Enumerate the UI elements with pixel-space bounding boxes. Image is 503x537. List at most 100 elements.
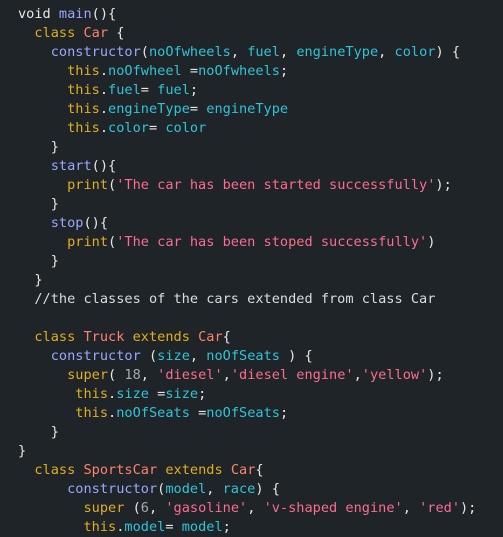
code-token-cls: Car — [198, 329, 223, 345]
code-line: //the classes of the cars extended from … — [18, 290, 435, 309]
code-line: this.size =size; — [18, 385, 206, 404]
code-line: } — [18, 252, 59, 271]
code-token-plain: } — [18, 196, 59, 212]
code-token-plain: . — [108, 405, 117, 421]
code-token-plain: { — [108, 25, 125, 41]
code-token-attr: fuel — [247, 44, 280, 60]
code-token-plain: } — [18, 424, 59, 440]
code-token-attr: noOfwheel — [108, 63, 182, 79]
code-token-plain: = — [148, 386, 166, 402]
code-line: class SportsCar extends Car{ — [18, 461, 264, 480]
code-token-kw: this — [75, 405, 109, 421]
code-token-kw: this — [75, 386, 109, 402]
code-line: } — [18, 423, 59, 442]
code-token-plain: . — [99, 63, 109, 79]
code-token-plain: , — [353, 367, 362, 383]
code-token-plain: = — [189, 405, 207, 421]
code-token-plain: = — [140, 82, 158, 98]
code-line: print('The car has been stoped successfu… — [18, 233, 435, 252]
code-token-attr: noOfSeats — [206, 348, 280, 364]
code-editor[interactable]: void main(){ class Car { constructor(noO… — [0, 0, 503, 537]
code-token-fn: constructor — [50, 44, 141, 60]
code-token-plain: . — [99, 120, 109, 136]
code-token-num: 18 — [124, 367, 141, 383]
code-token-plain: , — [189, 348, 207, 364]
code-token-kw: print — [67, 177, 109, 193]
code-token-attr: noOfwheels — [148, 44, 231, 60]
code-token-plain: , — [140, 367, 158, 383]
code-token-kw: extends — [132, 329, 190, 345]
code-token-attr: noOfwheels — [198, 63, 280, 79]
code-token-attr: model — [181, 519, 223, 535]
code-token-plain: ; — [279, 405, 289, 421]
code-line: start(){ — [18, 157, 116, 176]
code-token-cls: Car — [83, 25, 109, 41]
code-token-attr: color — [394, 44, 436, 60]
code-token-plain: = — [189, 101, 207, 117]
code-token-plain: } — [18, 272, 43, 288]
code-line: void main(){ — [18, 5, 116, 24]
code-token-plain: ( — [140, 348, 158, 364]
code-line: this.noOfSeats =noOfSeats; — [18, 404, 288, 423]
code-token-attr: race — [222, 481, 256, 497]
code-token-attr: noOfSeats — [116, 405, 190, 421]
code-token-plain: , — [247, 500, 264, 516]
code-token-str: 'The car has been stoped successfully' — [116, 234, 428, 250]
code-token-plain: , — [279, 44, 297, 60]
code-token-plain: { — [255, 462, 264, 478]
code-token-attr: color — [108, 120, 149, 136]
code-token-plain: , — [378, 44, 395, 60]
code-token-str: 'The car has been started successfully' — [116, 177, 436, 193]
code-token-kw: super — [67, 367, 109, 383]
code-token-str: 'diesel engine' — [230, 367, 354, 383]
code-token-plain: ) { — [279, 348, 313, 364]
code-token-kw: this — [67, 120, 100, 136]
code-line: print('The car has been started successf… — [18, 176, 452, 195]
code-token-fn: start — [50, 158, 92, 174]
code-token-plain: = — [181, 63, 199, 79]
code-token-plain: ; — [198, 386, 207, 402]
code-token-attr: engineType — [108, 101, 190, 117]
code-line: class Truck extends Car{ — [18, 328, 230, 347]
code-line: } — [18, 195, 59, 214]
code-line: this.engineType= engineType — [18, 100, 288, 119]
code-token-plain: ) { — [255, 481, 280, 497]
code-token-attr: model — [165, 481, 207, 497]
code-token-fn: main — [58, 6, 92, 22]
code-token-attr: noOfSeats — [206, 405, 280, 421]
code-token-plain: , — [222, 367, 231, 383]
code-token-cls: Truck — [83, 329, 125, 345]
code-line: super (6, 'gasoline', 'v-shaped engine',… — [18, 499, 476, 518]
code-token-kw: this — [67, 82, 100, 98]
code-token-cls: SportsCar — [83, 462, 158, 478]
code-token-plain: , — [148, 500, 166, 516]
code-token-attr: color — [165, 120, 207, 136]
code-token-plain: } — [18, 253, 59, 269]
code-token-attr: model — [124, 519, 166, 535]
code-token-attr: fuel — [108, 82, 141, 98]
code-line: constructor(noOfwheels, fuel, engineType… — [18, 43, 460, 62]
code-token-attr: fuel — [157, 82, 190, 98]
code-token-plain: ) — [427, 234, 436, 250]
code-token-plain: . — [99, 82, 109, 98]
code-token-fn: stop — [50, 215, 84, 231]
code-token-plain: void — [18, 6, 59, 22]
code-line: } — [18, 442, 26, 461]
